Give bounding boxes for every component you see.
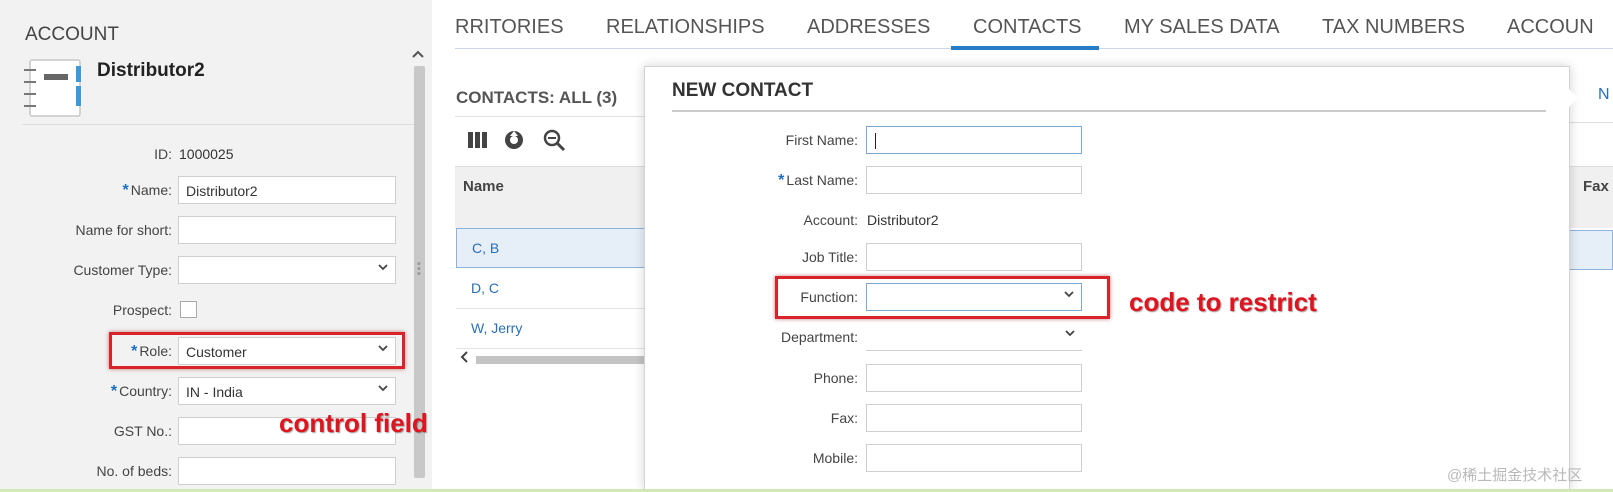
name-label: * Name:	[122, 182, 172, 199]
customer-type-label: Customer Type:	[73, 262, 172, 278]
divider	[22, 124, 424, 125]
field-customer-type: Customer Type:	[0, 256, 400, 284]
chevron-up-icon[interactable]	[412, 46, 424, 61]
prospect-label: Prospect:	[112, 302, 172, 318]
tab-relationships[interactable]: RELATIONSHIPS	[606, 16, 765, 39]
field-short-name: Name for short:	[0, 216, 400, 244]
account-label: Account:	[803, 212, 858, 228]
horizontal-scrollbar[interactable]	[476, 356, 646, 364]
table-row[interactable]: C, B	[456, 228, 646, 268]
field-job-title: Job Title:	[644, 243, 1084, 271]
id-value: 1000025	[179, 146, 234, 162]
contact-name-link[interactable]: D, C	[471, 280, 499, 296]
field-fax: Fax:	[644, 404, 1084, 432]
divider	[1570, 122, 1613, 123]
field-phone: Phone:	[644, 364, 1084, 392]
job-title-label: Job Title:	[801, 249, 858, 265]
fax-label: Fax:	[830, 410, 858, 426]
chevron-down-icon	[378, 262, 388, 272]
field-account: Account: Distributor2	[644, 206, 1084, 234]
tab-contacts[interactable]: CONTACTS	[973, 16, 1082, 39]
fax-input[interactable]	[866, 404, 1082, 432]
last-name-label: * Last Name:	[778, 172, 858, 189]
required-mark: *	[110, 383, 118, 400]
department-label: Department:	[780, 329, 858, 345]
phone-input[interactable]	[866, 364, 1082, 392]
account-notebook-icon	[22, 58, 86, 118]
tab-account[interactable]: ACCOUN	[1507, 16, 1594, 39]
contact-name-link[interactable]: W, Jerry	[471, 320, 522, 336]
tab-addresses[interactable]: ADDRESSES	[807, 16, 930, 39]
last-name-input[interactable]	[866, 166, 1082, 194]
tab-tax-numbers[interactable]: TAX NUMBERS	[1322, 16, 1465, 39]
gst-label: GST No.:	[113, 423, 172, 439]
function-highlight-box	[775, 276, 1110, 319]
required-mark: *	[778, 172, 785, 189]
columns-icon[interactable]	[466, 128, 490, 152]
new-link[interactable]: N	[1598, 86, 1610, 104]
column-header-name[interactable]: Name	[463, 178, 504, 195]
mobile-input[interactable]	[866, 444, 1082, 472]
field-beds: No. of beds:	[0, 457, 400, 485]
department-select[interactable]	[866, 323, 1082, 351]
table-header	[455, 166, 650, 228]
chevron-down-icon	[1065, 328, 1075, 338]
active-tab-indicator	[951, 46, 1099, 50]
table-header	[1570, 166, 1613, 228]
id-label: ID:	[154, 146, 172, 162]
field-last-name: * Last Name:	[644, 166, 1084, 194]
table-row[interactable]	[1570, 230, 1613, 270]
short-name-input[interactable]	[178, 216, 396, 244]
field-first-name: First Name:	[644, 126, 1084, 154]
table-row[interactable]: W, Jerry	[456, 309, 646, 349]
control-field-annotation: control field	[279, 408, 428, 438]
account-section-title: ACCOUNT	[25, 24, 119, 45]
table-row[interactable]: D, C	[456, 269, 646, 309]
account-name: Distributor2	[97, 60, 205, 81]
field-id: ID: 1000025	[0, 140, 400, 168]
divider	[672, 110, 1546, 112]
text-caret	[875, 133, 876, 149]
field-mobile: Mobile:	[644, 444, 1084, 472]
name-input[interactable]: Distributor2	[178, 176, 396, 204]
zoom-icon[interactable]	[542, 128, 566, 152]
contacts-title: CONTACTS: ALL (3)	[456, 88, 618, 107]
job-title-input[interactable]	[866, 243, 1082, 271]
account-value: Distributor2	[867, 212, 939, 228]
required-mark: *	[122, 182, 129, 199]
role-highlight-box	[109, 332, 405, 369]
resize-grip-icon[interactable]: ▪ ▪ ▪	[417, 259, 421, 280]
dialog-pointer	[1566, 86, 1578, 110]
divider	[455, 116, 645, 117]
tab-my-sales-data[interactable]: MY SALES DATA	[1124, 16, 1280, 39]
first-name-input[interactable]	[866, 126, 1082, 154]
mobile-label: Mobile:	[812, 450, 858, 466]
column-header-fax[interactable]: Fax	[1583, 178, 1609, 195]
beds-label: No. of beds:	[96, 463, 173, 479]
field-prospect: Prospect:	[0, 296, 400, 324]
customer-type-select[interactable]	[178, 256, 396, 284]
dialog-title: NEW CONTACT	[672, 80, 814, 101]
chevron-down-icon	[378, 383, 388, 393]
phone-label: Phone:	[813, 370, 858, 386]
short-name-label: Name for short:	[75, 222, 172, 238]
field-country: * Country: IN - India	[0, 377, 400, 405]
code-to-restrict-annotation: code to restrict	[1129, 287, 1317, 317]
country-select[interactable]: IN - India	[178, 377, 396, 405]
field-name: * Name: Distributor2	[0, 176, 400, 204]
country-label: * Country:	[110, 383, 172, 400]
chevron-left-icon[interactable]	[460, 351, 468, 366]
watermark: @稀土掘金技术社区	[1447, 467, 1583, 484]
first-name-label: First Name:	[785, 132, 858, 148]
tab-territories[interactable]: RRITORIES	[455, 16, 564, 39]
beds-input[interactable]	[178, 457, 396, 485]
field-department: Department:	[644, 323, 1084, 351]
prospect-checkbox[interactable]	[180, 301, 197, 318]
contact-name-link[interactable]: C, B	[472, 240, 499, 256]
refresh-icon[interactable]	[502, 128, 526, 152]
